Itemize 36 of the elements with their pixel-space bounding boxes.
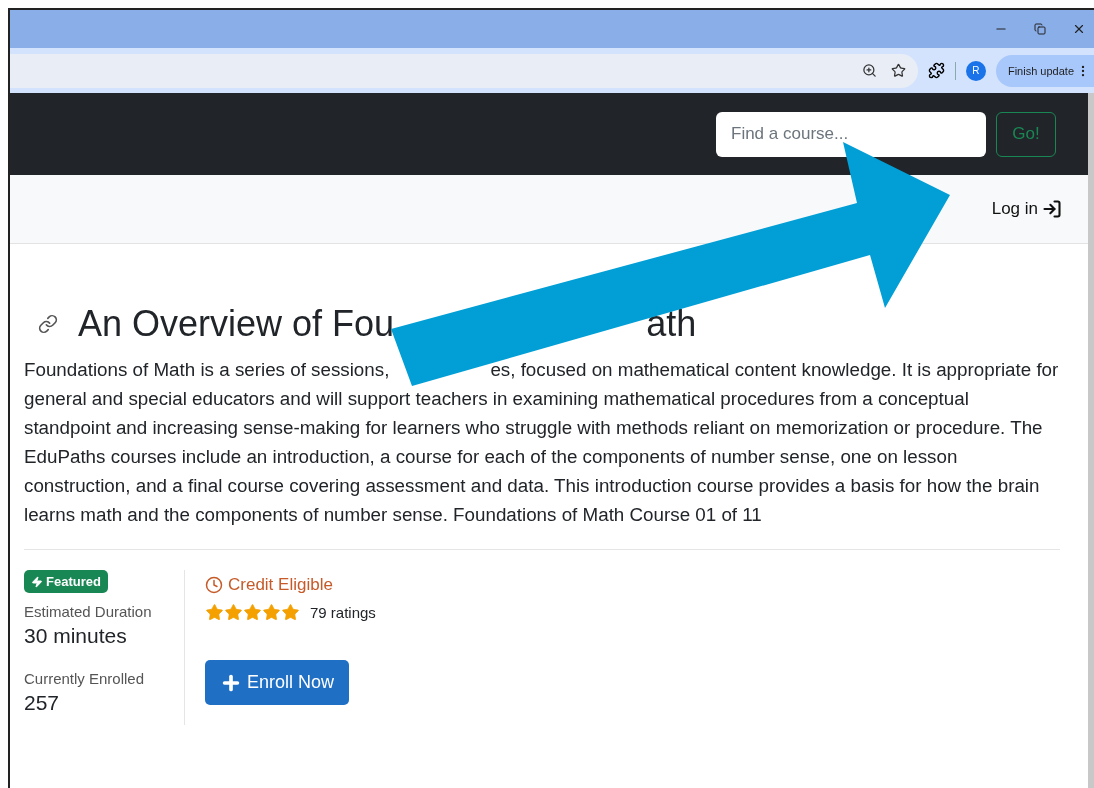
puzzle-icon[interactable] xyxy=(927,62,945,79)
duration-value: 30 minutes xyxy=(24,624,128,648)
duration-label: Estimated Duration xyxy=(24,603,153,620)
zoom-icon[interactable] xyxy=(861,63,877,78)
update-button[interactable]: Finish update xyxy=(995,54,1094,87)
close-icon[interactable] xyxy=(1072,22,1086,36)
login-link[interactable]: Log in xyxy=(991,199,1062,219)
description-text: EduPaths courses include an introduction, a course for each of the components of number sense, one on lesson xyxy=(24,445,958,469)
star-icon xyxy=(224,603,243,622)
link-icon[interactable] xyxy=(38,314,58,334)
course-title: ath xyxy=(646,302,697,346)
description-text: es, focused on mathematical content knowledge. It is appropriate for xyxy=(490,358,1059,382)
description-text: learns math and the components of number sense. Foundations of Math Course 01 of 11 xyxy=(24,503,762,527)
star-icon xyxy=(281,603,300,622)
ratings-count: 79 ratings xyxy=(310,604,376,621)
enrolled-value: 257 xyxy=(24,691,61,715)
clock-icon xyxy=(205,576,223,594)
enroll-button[interactable]: Enroll Now xyxy=(205,660,350,705)
star-icon xyxy=(243,603,262,622)
enrolled-label: Currently Enrolled xyxy=(24,670,146,687)
go-button[interactable]: Go! xyxy=(996,111,1056,157)
star-icon[interactable] xyxy=(890,63,906,78)
lightning-icon xyxy=(31,575,43,588)
description-text: Foundations of Math is a series of sessions, xyxy=(24,358,390,382)
search-field[interactable]: Find a course... xyxy=(716,111,986,157)
star-icon xyxy=(205,603,224,622)
star-icon xyxy=(262,603,281,622)
course-title: An Overview of Fou xyxy=(78,302,395,346)
credit-label: Credit Eligible xyxy=(228,575,333,595)
description-text: standpoint and increasing sense-making for learners who struggle with methods reliant on memorization or procedure. The xyxy=(24,416,1043,440)
profile-avatar[interactable]: R xyxy=(965,60,986,81)
login-icon xyxy=(1042,199,1062,219)
description-text: general and special educators and will support teachers in examining mathematical procedures from a conceptual xyxy=(24,387,969,411)
featured-badge: Featured xyxy=(24,570,108,593)
restore-icon[interactable] xyxy=(1034,23,1046,35)
description-text: construction, and a final course covering assessment and data. This introduction course provides a basis for how the brain xyxy=(24,474,1040,498)
